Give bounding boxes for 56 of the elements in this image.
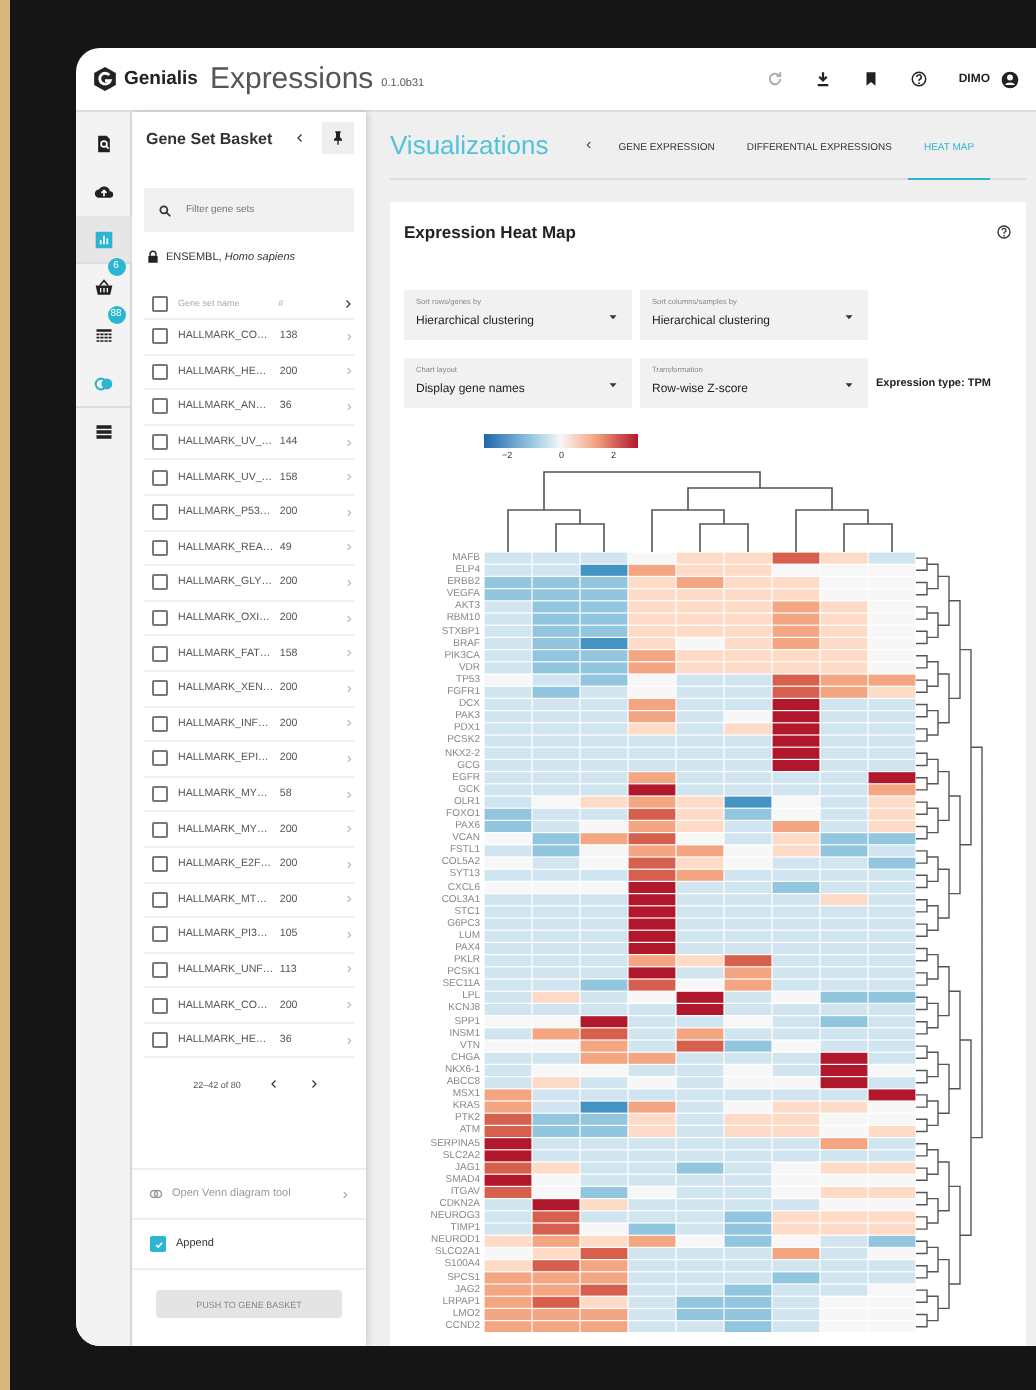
collapse-icon[interactable] <box>294 132 306 144</box>
row-checkbox[interactable] <box>152 1032 168 1049</box>
document-search-icon <box>93 134 113 154</box>
row-checkbox[interactable] <box>152 856 168 873</box>
pin-icon <box>330 130 346 146</box>
caret-icon <box>842 378 856 392</box>
panel-title: Gene Set Basket <box>146 129 275 147</box>
app-title: Expressions <box>209 62 374 96</box>
row-checkbox[interactable] <box>152 926 168 943</box>
row-checkbox[interactable] <box>152 574 168 591</box>
row-checkbox[interactable] <box>152 645 168 662</box>
row-checkbox[interactable] <box>152 469 168 486</box>
row-checkbox[interactable] <box>152 398 168 415</box>
row-checkbox[interactable] <box>152 328 168 345</box>
row-checkbox[interactable] <box>152 680 168 697</box>
bookmark-icon[interactable] <box>862 70 881 88</box>
search-icon <box>158 203 172 217</box>
card-title: Expression Heat Map <box>404 222 576 242</box>
row-checkbox[interactable] <box>152 504 168 521</box>
section-title: Visualizations <box>390 130 549 160</box>
row-checkbox[interactable] <box>152 363 168 380</box>
row-checkbox[interactable] <box>152 539 168 556</box>
download-icon[interactable] <box>814 70 833 88</box>
tabs-back-icon[interactable] <box>584 140 595 150</box>
table-icon <box>93 326 113 346</box>
row-checkbox[interactable] <box>152 434 168 451</box>
brand-name: Genialis <box>124 68 198 90</box>
row-checkbox[interactable] <box>152 610 168 627</box>
refresh-icon[interactable] <box>766 70 785 88</box>
cloud-upload-icon <box>93 182 113 202</box>
pin-button[interactable] <box>322 122 354 154</box>
list-icon <box>93 422 113 442</box>
help-icon[interactable] <box>996 224 1012 240</box>
basket-icon <box>93 278 113 298</box>
user-icon[interactable] <box>1000 69 1020 89</box>
venn-icon <box>148 1188 164 1200</box>
previous-page-icon[interactable] <box>268 1078 281 1091</box>
row-checkbox[interactable] <box>152 821 168 838</box>
row-checkbox[interactable] <box>152 750 168 767</box>
row-checkbox[interactable] <box>152 715 168 732</box>
caret-icon <box>842 310 856 324</box>
row-checkbox[interactable] <box>152 891 168 908</box>
caret-icon <box>606 378 620 392</box>
help-icon[interactable] <box>910 70 929 88</box>
append-checkbox[interactable] <box>150 1236 166 1252</box>
caret-icon <box>606 310 620 324</box>
bar-chart-icon <box>93 229 113 249</box>
next-page-icon[interactable] <box>308 1078 321 1091</box>
chevron-right-icon[interactable] <box>342 297 354 309</box>
row-checkbox[interactable] <box>152 997 168 1014</box>
row-checkbox[interactable] <box>152 961 168 978</box>
row-checkbox[interactable] <box>152 786 168 803</box>
venn-icon <box>93 373 113 393</box>
lock-icon <box>146 250 160 264</box>
logo-icon <box>92 66 118 92</box>
select-all-checkbox[interactable] <box>152 295 168 311</box>
